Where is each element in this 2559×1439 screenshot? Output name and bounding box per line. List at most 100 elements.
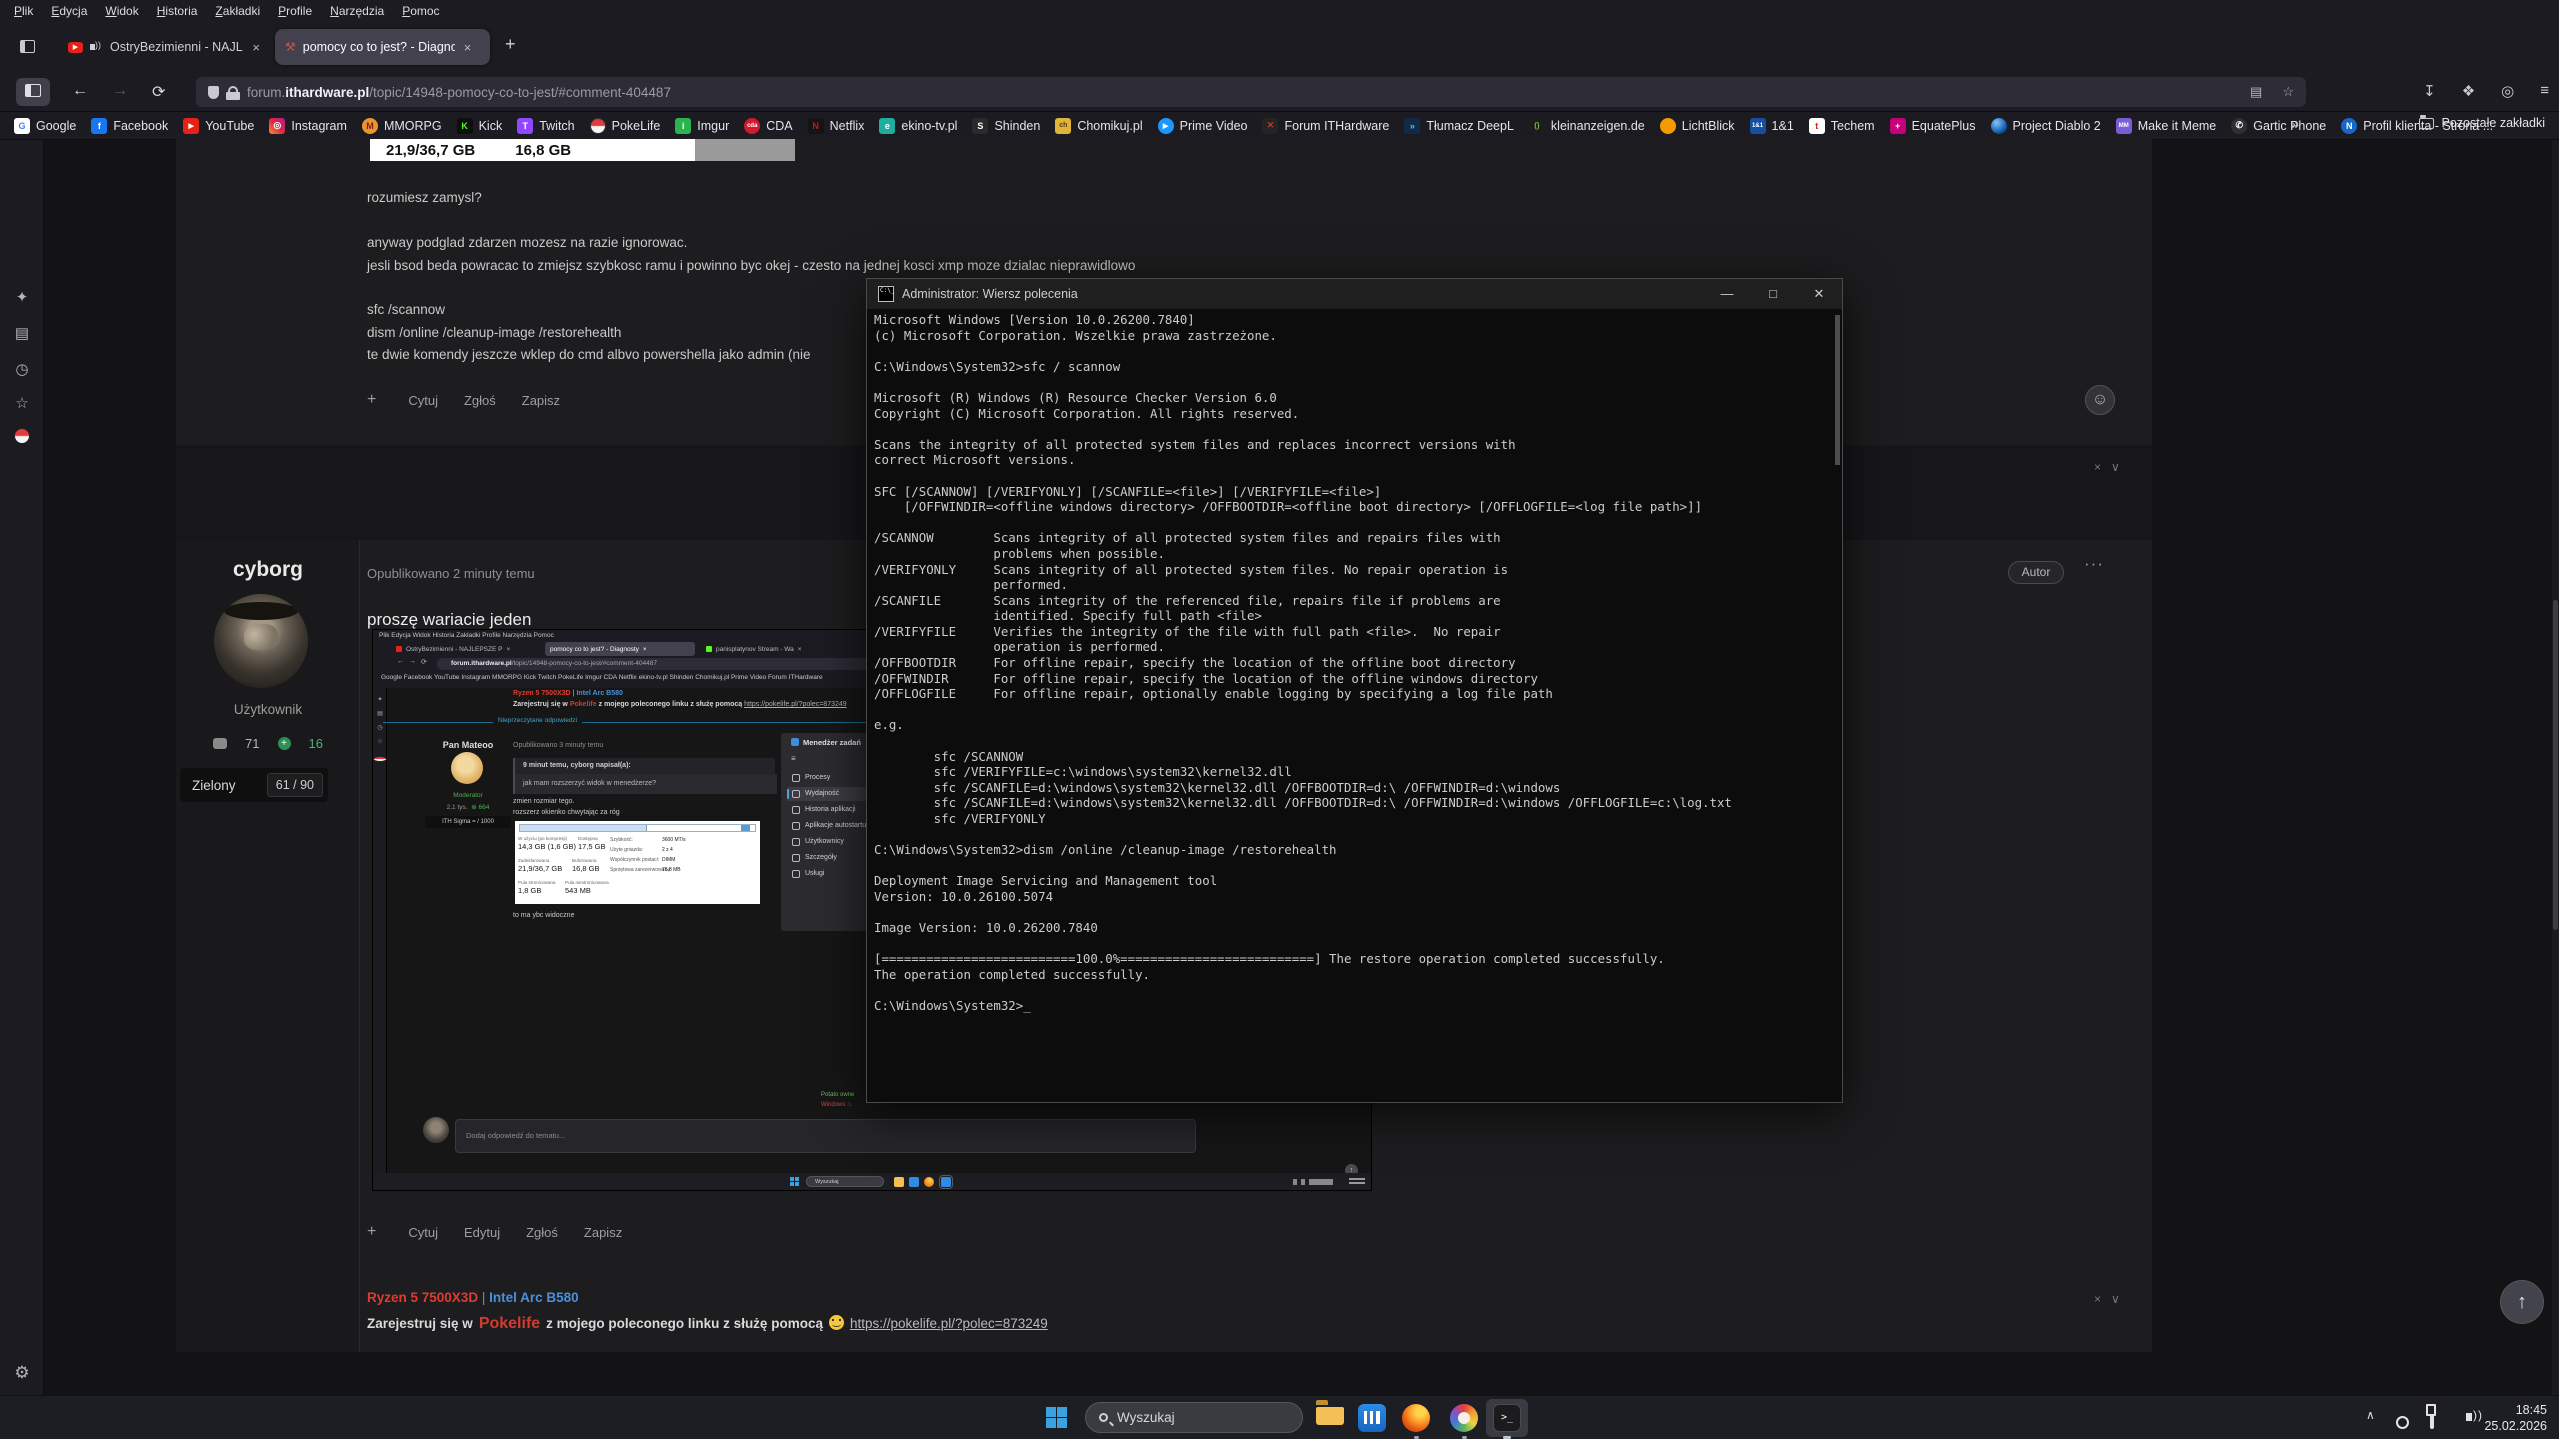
tracking-shield-icon[interactable] [208,86,219,99]
ad-collapse-icon[interactable]: ∨ [2111,460,2130,474]
extensions-icon[interactable]: ❖ [2462,82,2475,100]
menu-item[interactable]: Zakładki [211,4,264,18]
signature-link[interactable]: https://pokelife.pl/?polec=873249 [850,1316,1048,1331]
tab-close-icon[interactable]: × [464,40,472,55]
edit-button[interactable]: Edytuj [464,1225,500,1240]
tab-audio-icon[interactable] [90,42,103,52]
bookmark-item[interactable]: ◎ Instagram [269,118,347,134]
app-menu-icon[interactable]: ≡ [2540,82,2549,100]
scroll-to-top-button[interactable]: ↑ [2500,1280,2544,1324]
console-scrollbar-thumb[interactable] [1835,315,1840,465]
quote-button[interactable]: Cytuj [408,393,438,408]
tray-chevron-icon[interactable]: ∧ [2366,1408,2375,1422]
bookmarks-overflow-chevron[interactable]: » [2291,116,2299,132]
page-scrollbar-thumb[interactable] [2553,600,2558,930]
bookmark-item[interactable]: ✕ Forum ITHardware [1262,118,1389,134]
menu-item[interactable]: Profile [274,4,316,18]
menu-item[interactable]: Pomoc [398,4,443,18]
save-button[interactable]: Zapisz [522,393,560,408]
bookmarks-star-icon[interactable]: ☆ [0,394,44,412]
other-bookmarks-button[interactable]: Pozostałe zakładki [2419,116,2545,130]
pokeball-icon[interactable] [14,428,30,444]
bookmark-item[interactable]: ▶ Prime Video [1158,118,1248,134]
bookmark-item[interactable]: + EquatePlus [1890,118,1976,134]
bookmark-item[interactable]: PokeLife [590,118,661,134]
downloads-icon[interactable]: ↧ [2423,82,2436,100]
attachment-image-edge[interactable] [695,139,795,161]
quote-button[interactable]: Cytuj [408,1225,438,1240]
task-manager-button[interactable] [1358,1403,1388,1433]
save-button[interactable]: Zapisz [584,1225,622,1240]
close-icon[interactable]: × [2094,1292,2111,1306]
notes-icon[interactable]: ▤ [0,324,44,342]
reader-mode-icon[interactable]: ▤ [2250,84,2262,100]
lock-icon[interactable] [228,86,238,92]
forward-button[interactable]: → [112,82,128,100]
menu-item[interactable]: Plik [10,4,37,18]
network-tray-icon[interactable] [2430,1408,2434,1429]
ad-close-icon[interactable]: × [2094,460,2111,474]
bookmark-item[interactable]: f Facebook [91,118,168,134]
tab-ostrybezimienni[interactable]: ▶ OstryBezimienni - NAJLEPS × [58,29,270,65]
bookmark-item[interactable]: N Netflix [808,118,865,134]
report-button[interactable]: Zgłoś [526,1225,558,1240]
bookmark-item[interactable]: 1&1 1&1 [1750,118,1794,134]
bookmark-item[interactable]: ch Chomikuj.pl [1055,118,1142,134]
multiquote-plus-button[interactable]: + [367,1223,376,1241]
bookmark-item[interactable]: G Google [14,118,76,134]
menu-item[interactable]: Widok [101,4,142,18]
bookmark-item[interactable]: e ekino-tv.pl [879,118,957,134]
bookmark-item[interactable]: ▶ YouTube [183,118,254,134]
close-button[interactable]: ✕ [1796,279,1842,309]
history-icon[interactable]: ◷ [0,360,44,378]
post-author-name[interactable]: cyborg [176,558,360,582]
bookmark-item[interactable]: MM Make it Meme [2116,118,2217,134]
avatar[interactable] [214,594,308,688]
taskbar-clock[interactable]: 18:45 25.02.2026 [2484,1402,2547,1434]
start-button[interactable] [1046,1407,1067,1428]
reaction-button[interactable]: ☺ [2085,385,2115,415]
console-output[interactable]: Microsoft Windows [Version 10.0.26200.78… [874,312,1732,1014]
menu-item[interactable]: Edycja [47,4,91,18]
collapse-icon[interactable]: ∨ [2111,1292,2130,1306]
console-title-bar[interactable]: C:\_ Administrator: Wiersz polecenia — □… [867,279,1842,309]
bookmark-item[interactable]: i Imgur [675,118,729,134]
page-scrollbar[interactable] [2552,140,2559,1395]
bookmark-item[interactable]: () kleinanzeigen.de [1529,118,1645,134]
file-explorer-button[interactable] [1316,1403,1346,1433]
cmd-button[interactable]: >_ [1493,1403,1523,1433]
account-icon[interactable]: ◎ [2501,82,2514,100]
bookmark-item[interactable]: M MMORPG [362,118,442,134]
bookmark-item[interactable]: LichtBlick [1660,118,1735,134]
bookmark-item[interactable]: cda CDA [744,118,792,134]
firefox-button[interactable] [1402,1403,1432,1433]
bookmark-item[interactable]: Project Diablo 2 [1991,118,2101,134]
attachment-image-bottom[interactable]: 21,9/36,7 GB 16,8 GB [370,139,695,161]
bookmark-item[interactable]: T Twitch [517,118,574,134]
new-tab-button[interactable]: + [505,34,516,55]
bookmark-item[interactable]: » Tłumacz DeepL [1404,118,1514,134]
url-text[interactable]: forum.ithardware.pl/topic/14948-pomocy-c… [247,85,671,100]
bookmark-item[interactable]: K Kick [457,118,503,134]
taskbar-search[interactable]: Wyszukaj [1085,1402,1303,1433]
firefox-view-icon[interactable] [14,37,40,59]
ad-controls[interactable]: ×∨ [2094,460,2130,474]
sidebar-settings-gear-icon[interactable]: ⚙ [0,1363,44,1383]
minimize-button[interactable]: — [1704,279,1750,309]
bookmark-star-icon[interactable]: ☆ [2282,84,2294,100]
menu-item[interactable]: Narzędzia [326,4,388,18]
tab-close-icon[interactable]: × [252,40,260,55]
bookmark-item[interactable]: S Shinden [972,118,1040,134]
multiquote-plus-button[interactable]: + [367,391,376,409]
tab-pomocy-active[interactable]: ⚒ pomocy co to jest? - Diagnosty × [275,29,490,65]
ai-chat-icon[interactable]: ✦ [0,288,44,306]
maximize-button[interactable]: □ [1750,279,1796,309]
bookmark-item[interactable]: t Techem [1809,118,1875,134]
paint-button[interactable] [1450,1403,1480,1433]
bookmark-item[interactable]: ✆ Gartic Phone [2231,118,2326,134]
signature-ad-controls[interactable]: ×∨ [2094,1292,2130,1306]
post-options-button[interactable]: ··· [2084,554,2104,574]
reload-button[interactable]: ⟳ [152,82,165,102]
menu-item[interactable]: Historia [153,4,202,18]
url-bar[interactable]: forum.ithardware.pl/topic/14948-pomocy-c… [196,77,2306,107]
